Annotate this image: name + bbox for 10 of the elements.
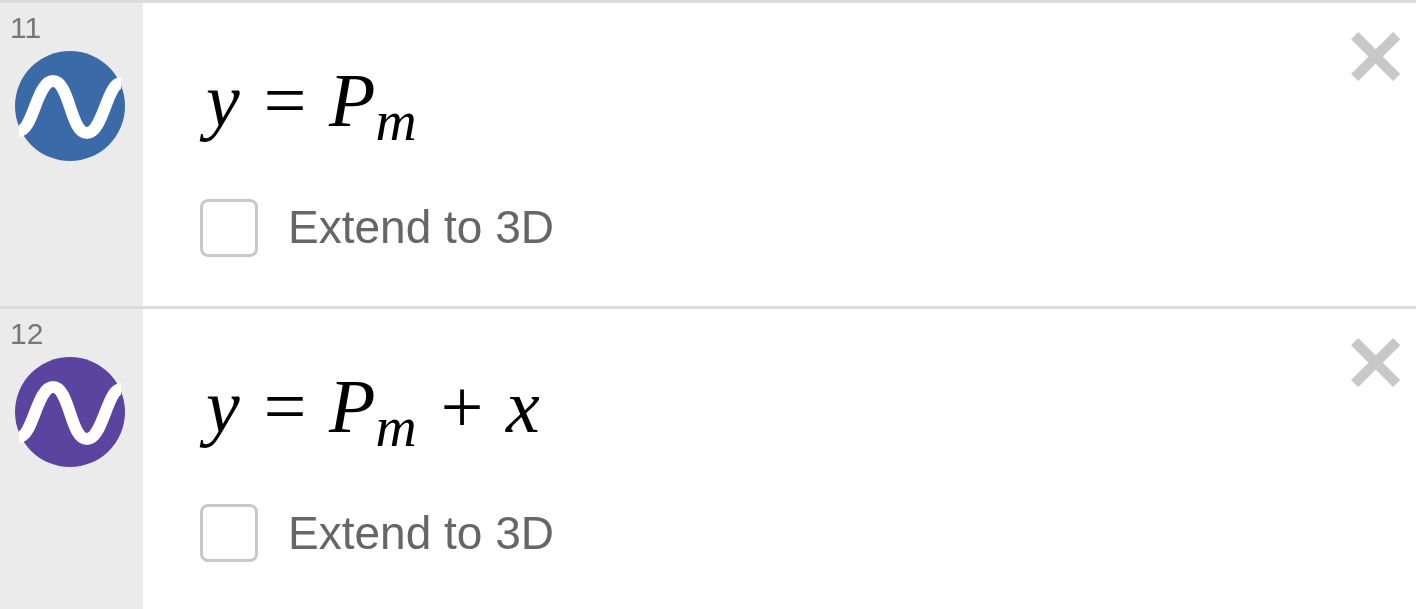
- math-expression[interactable]: y = P$_{m}$ + x: [200, 350, 546, 471]
- wave-icon[interactable]: [15, 51, 125, 161]
- checkbox[interactable]: [200, 504, 258, 563]
- math-expression[interactable]: y = P$_{m}$: [200, 45, 423, 165]
- wave-icon[interactable]: [15, 356, 125, 467]
- checkbox-label: Extend to 3D: [288, 505, 554, 561]
- checkbox[interactable]: [200, 198, 258, 257]
- row-number: 12: [10, 316, 45, 351]
- checkbox-label: Extend to 3D: [288, 200, 554, 255]
- row-number: 11: [10, 11, 43, 45]
